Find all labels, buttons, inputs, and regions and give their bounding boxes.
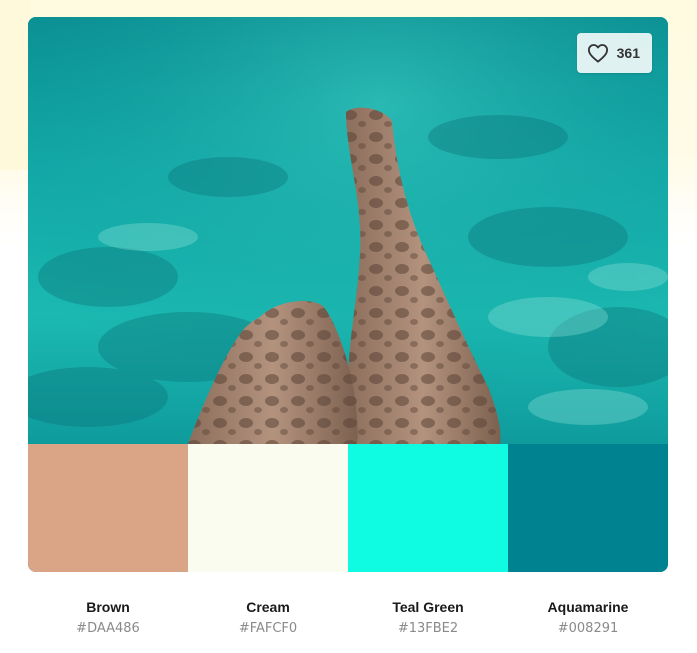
palette-card: 361 bbox=[28, 17, 668, 572]
color-hex[interactable]: #008291 bbox=[508, 619, 668, 639]
color-name: Teal Green bbox=[392, 599, 464, 615]
color-hex[interactable]: #FAFCF0 bbox=[188, 619, 348, 639]
color-hex[interactable]: #DAA486 bbox=[28, 619, 188, 639]
color-hex[interactable]: #13FBE2 bbox=[348, 619, 508, 639]
swatch-aquamarine[interactable] bbox=[508, 444, 668, 572]
color-label-brown: Brown #DAA486 bbox=[28, 597, 188, 639]
swatch-cream[interactable] bbox=[188, 444, 348, 572]
color-name: Aquamarine bbox=[547, 599, 629, 615]
color-name: Cream bbox=[246, 599, 290, 615]
color-label-aquamarine: Aquamarine #008291 bbox=[508, 597, 668, 639]
underwater-photo-illustration bbox=[28, 17, 668, 444]
like-button[interactable]: 361 bbox=[576, 33, 652, 73]
like-count: 361 bbox=[616, 45, 640, 61]
color-label-teal-green: Teal Green #13FBE2 bbox=[348, 597, 508, 639]
color-swatches bbox=[28, 444, 668, 572]
color-name: Brown bbox=[86, 599, 130, 615]
background-wash-accent bbox=[0, 0, 30, 170]
palette-photo[interactable]: 361 bbox=[28, 17, 668, 444]
color-label-cream: Cream #FAFCF0 bbox=[188, 597, 348, 639]
heart-icon bbox=[587, 44, 608, 63]
swatch-teal-green[interactable] bbox=[348, 444, 508, 572]
swatch-brown[interactable] bbox=[28, 444, 188, 572]
color-labels: Brown #DAA486 Cream #FAFCF0 Teal Green #… bbox=[28, 597, 668, 639]
